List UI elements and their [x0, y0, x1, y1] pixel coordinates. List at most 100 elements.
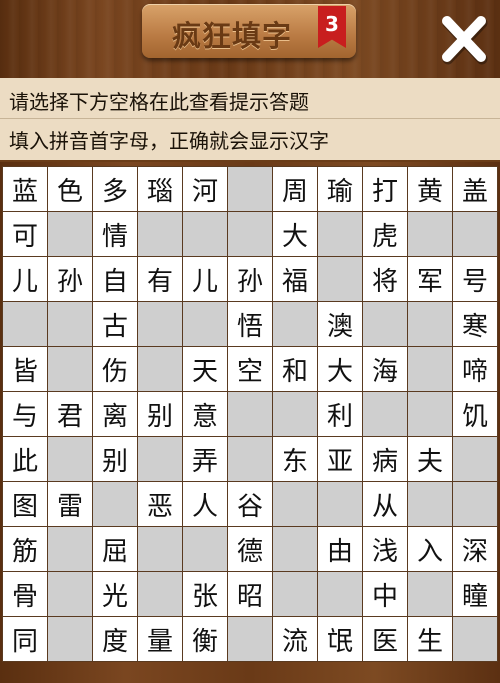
close-button[interactable] [438, 10, 490, 68]
grid-cell-blank [363, 392, 407, 436]
grid-cell[interactable]: 和 [273, 347, 317, 391]
grid-cell[interactable]: 多 [93, 167, 137, 211]
grid-cell[interactable]: 饥 [453, 392, 497, 436]
grid-cell[interactable]: 度 [93, 617, 137, 661]
grid-cell[interactable]: 别 [93, 437, 137, 481]
grid-cell[interactable]: 儿 [183, 257, 227, 301]
grid-cell[interactable]: 盖 [453, 167, 497, 211]
grid-cell[interactable]: 意 [183, 392, 227, 436]
grid-cell-blank [453, 617, 497, 661]
grid-cell[interactable]: 别 [138, 392, 182, 436]
grid-cell-blank [183, 302, 227, 346]
grid-cell-blank [48, 527, 92, 571]
grid-cell[interactable]: 张 [183, 572, 227, 616]
grid-cell[interactable]: 可 [3, 212, 47, 256]
grid-cell[interactable]: 打 [363, 167, 407, 211]
grid-cell[interactable]: 虎 [363, 212, 407, 256]
grid-cell-blank [183, 212, 227, 256]
grid-cell[interactable]: 军 [408, 257, 452, 301]
grid-cell[interactable]: 天 [183, 347, 227, 391]
grid-cell[interactable]: 大 [318, 347, 362, 391]
grid-cell[interactable]: 情 [93, 212, 137, 256]
grid-cell[interactable]: 亚 [318, 437, 362, 481]
grid-cell-blank [48, 302, 92, 346]
grid-cell[interactable]: 骨 [3, 572, 47, 616]
grid-cell[interactable]: 光 [93, 572, 137, 616]
grid-cell[interactable]: 谷 [228, 482, 272, 526]
grid-cell[interactable]: 衡 [183, 617, 227, 661]
grid-cell[interactable]: 量 [138, 617, 182, 661]
grid-cell-blank [48, 617, 92, 661]
grid-cell[interactable]: 皆 [3, 347, 47, 391]
grid-cell[interactable]: 瑙 [138, 167, 182, 211]
grid-cell-blank [453, 482, 497, 526]
grid-cell[interactable]: 图 [3, 482, 47, 526]
grid-cell[interactable]: 海 [363, 347, 407, 391]
grid-cell[interactable]: 河 [183, 167, 227, 211]
grid-cell[interactable]: 深 [453, 527, 497, 571]
hint-text-select: 请选择下方空格在此查看提示答题 [9, 90, 309, 114]
grid-cell[interactable]: 昭 [228, 572, 272, 616]
grid-cell[interactable]: 悟 [228, 302, 272, 346]
grid-cell-blank [48, 212, 92, 256]
grid-cell-blank [408, 572, 452, 616]
grid-cell-blank [273, 527, 317, 571]
grid-cell[interactable]: 福 [273, 257, 317, 301]
grid-cell-blank [408, 392, 452, 436]
grid-cell[interactable]: 利 [318, 392, 362, 436]
grid-cell[interactable]: 筋 [3, 527, 47, 571]
grid-cell[interactable]: 瞳 [453, 572, 497, 616]
grid-cell[interactable]: 蓝 [3, 167, 47, 211]
grid-cell[interactable]: 瑜 [318, 167, 362, 211]
grid-cell[interactable]: 从 [363, 482, 407, 526]
hint-text-instruction: 填入拼音首字母，正确就会显示汉字 [9, 129, 329, 153]
grid-cell-blank [408, 212, 452, 256]
grid-cell[interactable]: 流 [273, 617, 317, 661]
grid-cell[interactable]: 君 [48, 392, 92, 436]
grid-cell[interactable]: 古 [93, 302, 137, 346]
grid-cell[interactable]: 与 [3, 392, 47, 436]
grid-cell[interactable]: 东 [273, 437, 317, 481]
grid-cell[interactable]: 啼 [453, 347, 497, 391]
grid-cell[interactable]: 色 [48, 167, 92, 211]
grid-cell-blank [273, 572, 317, 616]
grid-cell[interactable]: 号 [453, 257, 497, 301]
grid-cell-blank [273, 302, 317, 346]
grid-cell[interactable]: 弄 [183, 437, 227, 481]
grid-cell[interactable]: 自 [93, 257, 137, 301]
grid-cell[interactable]: 大 [273, 212, 317, 256]
grid-cell[interactable]: 黄 [408, 167, 452, 211]
grid-cell[interactable]: 将 [363, 257, 407, 301]
grid-cell[interactable]: 澳 [318, 302, 362, 346]
grid-cell-blank [138, 437, 182, 481]
grid-cell[interactable]: 雷 [48, 482, 92, 526]
grid-cell[interactable]: 屈 [93, 527, 137, 571]
grid-cell[interactable]: 此 [3, 437, 47, 481]
grid-cell[interactable]: 有 [138, 257, 182, 301]
grid-cell[interactable]: 人 [183, 482, 227, 526]
grid-cell[interactable]: 离 [93, 392, 137, 436]
grid-cell[interactable]: 由 [318, 527, 362, 571]
grid-cell[interactable]: 入 [408, 527, 452, 571]
grid-cell-blank [138, 212, 182, 256]
grid-cell[interactable]: 生 [408, 617, 452, 661]
grid-cell[interactable]: 寒 [453, 302, 497, 346]
grid-cell[interactable]: 恶 [138, 482, 182, 526]
grid-cell[interactable]: 氓 [318, 617, 362, 661]
grid-cell[interactable]: 浅 [363, 527, 407, 571]
grid-cell[interactable]: 伤 [93, 347, 137, 391]
grid-cell[interactable]: 周 [273, 167, 317, 211]
level-badge: 3 [318, 6, 346, 48]
grid-cell[interactable]: 同 [3, 617, 47, 661]
grid-cell[interactable]: 孙 [228, 257, 272, 301]
grid-cell[interactable]: 医 [363, 617, 407, 661]
grid-cell[interactable]: 孙 [48, 257, 92, 301]
grid-cell[interactable]: 空 [228, 347, 272, 391]
hint-panel[interactable]: 请选择下方空格在此查看提示答题 填入拼音首字母，正确就会显示汉字 [0, 78, 500, 160]
grid-cell[interactable]: 德 [228, 527, 272, 571]
grid-cell[interactable]: 病 [363, 437, 407, 481]
grid-cell-blank [408, 302, 452, 346]
grid-cell[interactable]: 中 [363, 572, 407, 616]
grid-cell[interactable]: 夫 [408, 437, 452, 481]
grid-cell[interactable]: 儿 [3, 257, 47, 301]
